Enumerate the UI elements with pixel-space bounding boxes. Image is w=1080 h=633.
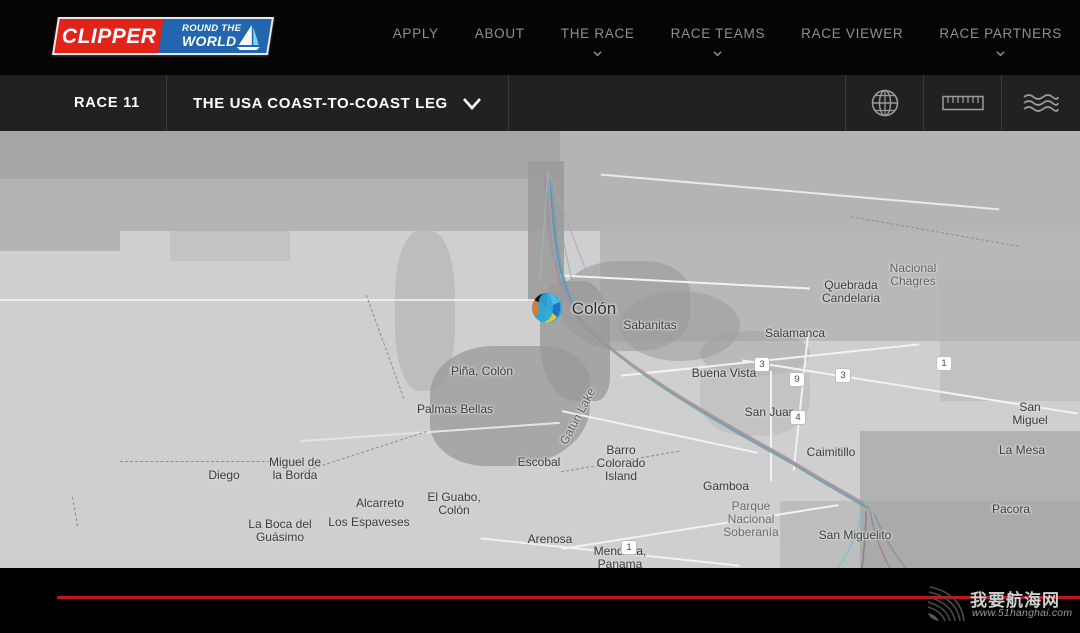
race-viewer-page: CLIPPER ROUND THE WORLD APPLY ABOUT THE … <box>0 0 1080 633</box>
weather-waves-button[interactable] <box>1002 75 1080 131</box>
nav-label: RACE VIEWER <box>801 26 904 41</box>
clipper-logo[interactable]: CLIPPER ROUND THE WORLD <box>51 17 275 55</box>
map-label: Escobal <box>517 455 561 469</box>
map-label: Mendoza, Panama <box>593 544 647 569</box>
nav-label: APPLY <box>392 26 439 41</box>
nav-item-the-race[interactable]: THE RACE <box>543 0 653 58</box>
chevron-down-icon <box>713 51 722 57</box>
leg-selector[interactable]: THE USA COAST-TO-COAST LEG <box>167 75 509 131</box>
measure-button[interactable] <box>924 75 1002 131</box>
map-label: Sabanitas <box>623 318 677 332</box>
road-shield: 3 <box>754 357 770 372</box>
site-watermark: 我要航海网 www.51hanghai.com <box>924 582 1074 626</box>
map-label: El Guabo, Colón <box>427 490 481 517</box>
road-shield: 1 <box>936 356 952 371</box>
map-label: Arenosa <box>527 532 573 546</box>
road-shield: 9 <box>789 372 805 387</box>
map-label: Gamboa <box>702 479 750 493</box>
road-shield: 1 <box>621 540 637 555</box>
map-label: Los Espaveses <box>328 515 410 529</box>
nav-item-race-partners[interactable]: RACE PARTNERS <box>921 0 1080 58</box>
nav-menu: APPLY ABOUT THE RACE RACE TEAMS RACE VIE… <box>375 0 1080 75</box>
map-label: Quebrada Candelaria <box>821 278 881 305</box>
top-navigation-bar: CLIPPER ROUND THE WORLD APPLY ABOUT THE … <box>0 0 1080 75</box>
logo-clipper-text: CLIPPER <box>61 24 157 48</box>
road-shield: 3 <box>835 368 851 383</box>
logo-world-text: WORLD <box>182 32 237 49</box>
map-label: San Miguelito <box>818 528 892 542</box>
map-label: Caimitillo <box>806 445 856 459</box>
nav-label: THE RACE <box>560 26 635 41</box>
map-label: Miguel de la Borda <box>268 455 322 482</box>
leg-selector-label: THE USA COAST-TO-COAST LEG <box>193 94 448 112</box>
globe-icon <box>871 89 898 117</box>
map-label: Barro Colorado Island <box>596 443 646 483</box>
nav-label: ABOUT <box>474 26 525 41</box>
chevron-down-icon <box>593 51 602 57</box>
map-label: San Miguel <box>1012 400 1048 427</box>
chevron-down-icon <box>996 51 1005 57</box>
ruler-icon <box>941 95 984 111</box>
road-shield: 4 <box>790 410 806 425</box>
watermark-site-url: www.51hanghai.com <box>972 607 1073 619</box>
nav-item-race-viewer[interactable]: RACE VIEWER <box>783 0 921 41</box>
map-label-park: Parque Nacional Soberanía <box>723 499 779 539</box>
sailboat-icon <box>236 25 260 50</box>
map-label: Pacora <box>991 502 1031 516</box>
map-label: La Boca del Guásimo <box>248 517 312 544</box>
race-context-bar: RACE 11 THE USA COAST-TO-COAST LEG <box>0 75 1080 131</box>
map-label: Buena Vista <box>691 366 757 380</box>
race-viewer-map[interactable]: Colón Sabanitas Salamanca Quebrada Cande… <box>0 131 1080 568</box>
map-label: San Juan <box>744 405 796 419</box>
logo-red-panel: CLIPPER <box>51 17 165 55</box>
nav-label: RACE TEAMS <box>670 26 766 41</box>
race-number: RACE 11 <box>0 75 168 131</box>
nav-item-about[interactable]: ABOUT <box>457 0 543 41</box>
map-label: Piña, Colón <box>450 364 514 378</box>
nav-label: RACE PARTNERS <box>939 26 1062 41</box>
fleet-cluster-icon <box>532 293 562 323</box>
racebar-spacer <box>509 75 846 131</box>
map-label: La Mesa <box>998 443 1046 457</box>
page-footer: 我要航海网 www.51hanghai.com <box>0 568 1080 633</box>
fleet-cluster-marker[interactable] <box>531 292 563 324</box>
map-label: Colón <box>571 299 617 318</box>
nav-item-race-teams[interactable]: RACE TEAMS <box>653 0 784 58</box>
logo-blue-panel: ROUND THE WORLD <box>158 17 275 55</box>
race-number-label: RACE 11 <box>74 95 141 111</box>
map-label: Nacional Chagres <box>889 261 937 288</box>
map-label: Alcarreto <box>355 496 405 510</box>
fleet-tracks <box>539 170 907 568</box>
map-label: Salamanca <box>764 326 826 340</box>
chevron-down-icon <box>462 97 481 110</box>
map-label: Diego <box>208 468 240 482</box>
map-label: Palmas Bellas <box>416 402 494 416</box>
nav-item-apply[interactable]: APPLY <box>375 0 457 41</box>
globe-view-button[interactable] <box>846 75 924 131</box>
waves-icon <box>1023 94 1059 112</box>
fan-swoosh-logo <box>927 586 965 622</box>
